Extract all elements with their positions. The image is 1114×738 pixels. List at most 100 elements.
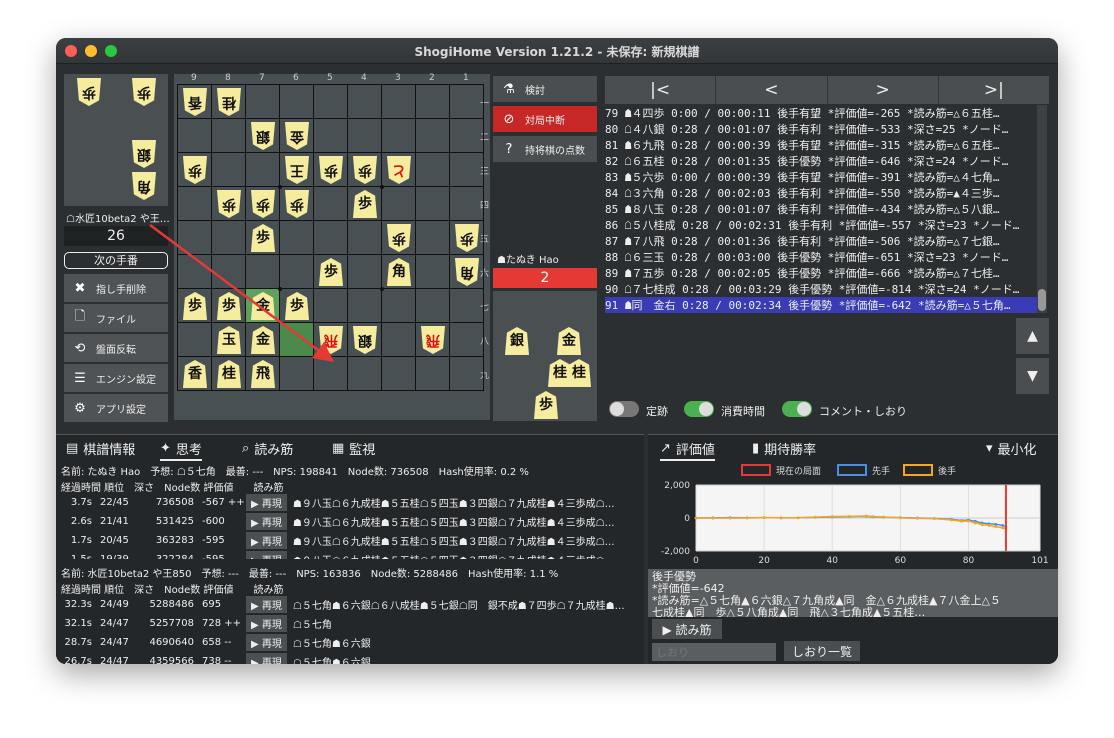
board-square[interactable] [212,153,246,187]
tab-eval[interactable]: ↗ 評価値 [660,439,715,461]
board-square[interactable] [450,357,484,391]
replay-button[interactable]: ▶ 再現 [246,550,287,559]
board-square[interactable] [382,119,416,153]
board-square[interactable] [314,187,348,221]
tab-winrate[interactable]: ▮ 期待勝率 [752,439,816,458]
last-move-button[interactable]: >| [939,76,1049,104]
hand-piece[interactable]: 歩 [534,391,558,419]
board-square[interactable] [348,357,382,391]
next-move-button[interactable]: > [828,76,939,104]
shogi-board[interactable]: 香桂銀金歩王歩歩と歩歩歩歩歩歩歩歩角角歩歩金歩玉金飛銀飛香桂飛 [149,84,484,391]
board-square[interactable] [450,323,484,357]
hand-piece[interactable]: 角 [132,172,156,200]
record-row[interactable]: 88 ☖６三玉 0:28 / 00:03:00 後手優勢 *評価値=-651 *… [605,249,1041,265]
board-square[interactable] [178,119,212,153]
board-square[interactable] [348,85,382,119]
engine2-rows[interactable]: 32.3s 24/49 5288486 695 ▶ 再現 ☖５七角☗６六銀☖６八成桂☗５七… [56,595,644,664]
replay-button[interactable]: ▶ 再現 [246,614,287,632]
board-square[interactable] [382,323,416,357]
board-square[interactable] [450,85,484,119]
board-square[interactable] [450,153,484,187]
replay-button[interactable]: ▶ 再現 [246,633,287,651]
board-square[interactable] [246,85,280,119]
hand-piece[interactable]: 金 [557,327,581,355]
joseki-toggle[interactable] [609,401,639,417]
board-square[interactable] [450,119,484,153]
elapsed-time-toggle[interactable] [684,401,714,417]
board-square[interactable] [416,153,450,187]
engine1-rows[interactable]: 3.7s 22/45 736508 -567 ++ ▶ 再現 ☗９八玉☖６九成桂☗５五桂☖… [56,493,644,559]
board-square[interactable] [416,357,450,391]
replay-button[interactable]: ▶ 再現 [246,652,287,664]
board-square[interactable] [280,85,314,119]
board-square[interactable] [450,187,484,221]
board-square[interactable] [212,119,246,153]
pv-button[interactable]: ▶ 読み筋 [652,619,722,639]
engine-row[interactable]: 3.7s 22/45 736508 -567 ++ ▶ 再現 ☗９八玉☖６九成桂☗５五桂☖… [56,493,644,511]
board-square[interactable] [212,221,246,255]
record-row[interactable]: 83 ☗５六歩 0:00 / 00:00:39 後手有望 *評価値=-391 *… [605,169,1041,185]
board-square[interactable] [178,187,212,221]
analysis-button[interactable]: ⚗ 検討 [493,76,597,102]
delete-move-button[interactable]: ✖ 指し手削除 [64,274,168,302]
tab-monitor[interactable]: ▦ 監視 [332,439,375,458]
file-button[interactable]: 🗋 ファイル [64,304,168,332]
comment-box[interactable]: 後手優勢 *評価値=-642 *読み筋=△５七角▲６六銀△７九角成▲同 金△６九… [648,569,1058,617]
replay-button[interactable]: ▶ 再現 [246,595,287,613]
eval-chart[interactable]: 2,0000-2,0000 20 40 60 80 101現在の局面 先手 後手 [648,459,1058,569]
record-row[interactable]: 85 ☗８八玉 0:28 / 00:01:07 後手有利 *評価値=-434 *… [605,201,1041,217]
scroll-down-button[interactable]: ▼ [1016,358,1049,394]
board-square[interactable] [246,153,280,187]
board-square[interactable] [212,255,246,289]
board-square[interactable] [348,255,382,289]
board-square[interactable] [178,323,212,357]
board-square[interactable] [280,255,314,289]
engine-row[interactable]: 1.5s 19/39 322284 -595 ▶ 再現 ☗９八玉☖６九成桂☗５五桂☖５四玉… [56,550,644,559]
engine-settings-button[interactable]: ☰ エンジン設定 [64,364,168,392]
stop-game-button[interactable]: ⊘ 対局中断 [493,106,597,132]
board-square[interactable] [280,323,314,357]
record-row[interactable]: 90 ☖７七桂成 0:28 / 00:03:29 後手優勢 *評価値=-814 … [605,281,1041,297]
board-square[interactable] [382,187,416,221]
board-square[interactable] [314,289,348,323]
flip-board-button[interactable]: ⟲ 盤面反転 [64,334,168,362]
board-square[interactable] [416,221,450,255]
board-square[interactable] [314,221,348,255]
scrollbar-thumb[interactable] [1038,289,1046,311]
record-row[interactable]: 87 ☗７八飛 0:28 / 00:01:36 後手有利 *評価値=-506 *… [605,233,1041,249]
bookmark-input[interactable] [652,643,776,661]
board-square[interactable] [178,221,212,255]
board-square[interactable] [314,85,348,119]
engine-row[interactable]: 32.3s 24/49 5288486 695 ▶ 再現 ☖５七角☗６六銀☖６八成桂☗５七… [56,595,644,613]
board-square[interactable] [178,255,212,289]
replay-button[interactable]: ▶ 再現 [246,512,287,530]
replay-button[interactable]: ▶ 再現 [246,493,287,511]
board-square[interactable] [382,85,416,119]
prev-move-button[interactable]: < [716,76,828,104]
board-square[interactable] [314,119,348,153]
board-square[interactable] [348,289,382,323]
engine-row[interactable]: 32.1s 24/47 5257708 728 ++ ▶ 再現 ☖５七角 [56,614,644,632]
minimize-button[interactable]: ▾ 最小化 [986,439,1037,458]
engine-row[interactable]: 1.7s 20/45 363283 -595 ▶ 再現 ☗９八玉☖６九成桂☗５五桂☖５四玉… [56,531,644,549]
hand-piece[interactable]: 桂 [567,359,591,387]
board-square[interactable] [416,85,450,119]
board-square[interactable] [246,255,280,289]
board-square[interactable] [280,221,314,255]
board-square[interactable] [382,289,416,323]
engine-row[interactable]: 2.6s 21/41 531425 -600 ▶ 再現 ☗９八玉☖６九成桂☗５五桂☖５四玉… [56,512,644,530]
board-square[interactable] [416,255,450,289]
board-square[interactable] [348,119,382,153]
scroll-up-button[interactable]: ▲ [1016,318,1049,354]
record-row[interactable]: 89 ☗７五歩 0:28 / 00:02:05 後手優勢 *評価値=-666 *… [605,265,1041,281]
engine-row[interactable]: 28.7s 24/47 4690640 658 -- ▶ 再現 ☖５七角☗６六銀 [56,633,644,651]
jishogi-points-button[interactable]: ? 持将棋の点数 [493,136,597,162]
record-row[interactable]: 82 ☖６五桂 0:28 / 00:01:35 後手優勢 *評価値=-646 *… [605,153,1041,169]
tab-pv[interactable]: ⌕ 読み筋 [242,439,293,458]
board-square[interactable] [280,357,314,391]
record-scrollbar[interactable] [1037,105,1047,313]
record-row[interactable]: 86 ☖５八桂成 0:28 / 00:02:31 後手有利 *評価値=-557 … [605,217,1041,233]
tab-thinking[interactable]: ✦ 思考 [160,439,202,461]
bookmark-list-button[interactable]: しおり一覧 [784,641,860,661]
hand-piece[interactable]: 歩 [132,78,156,106]
